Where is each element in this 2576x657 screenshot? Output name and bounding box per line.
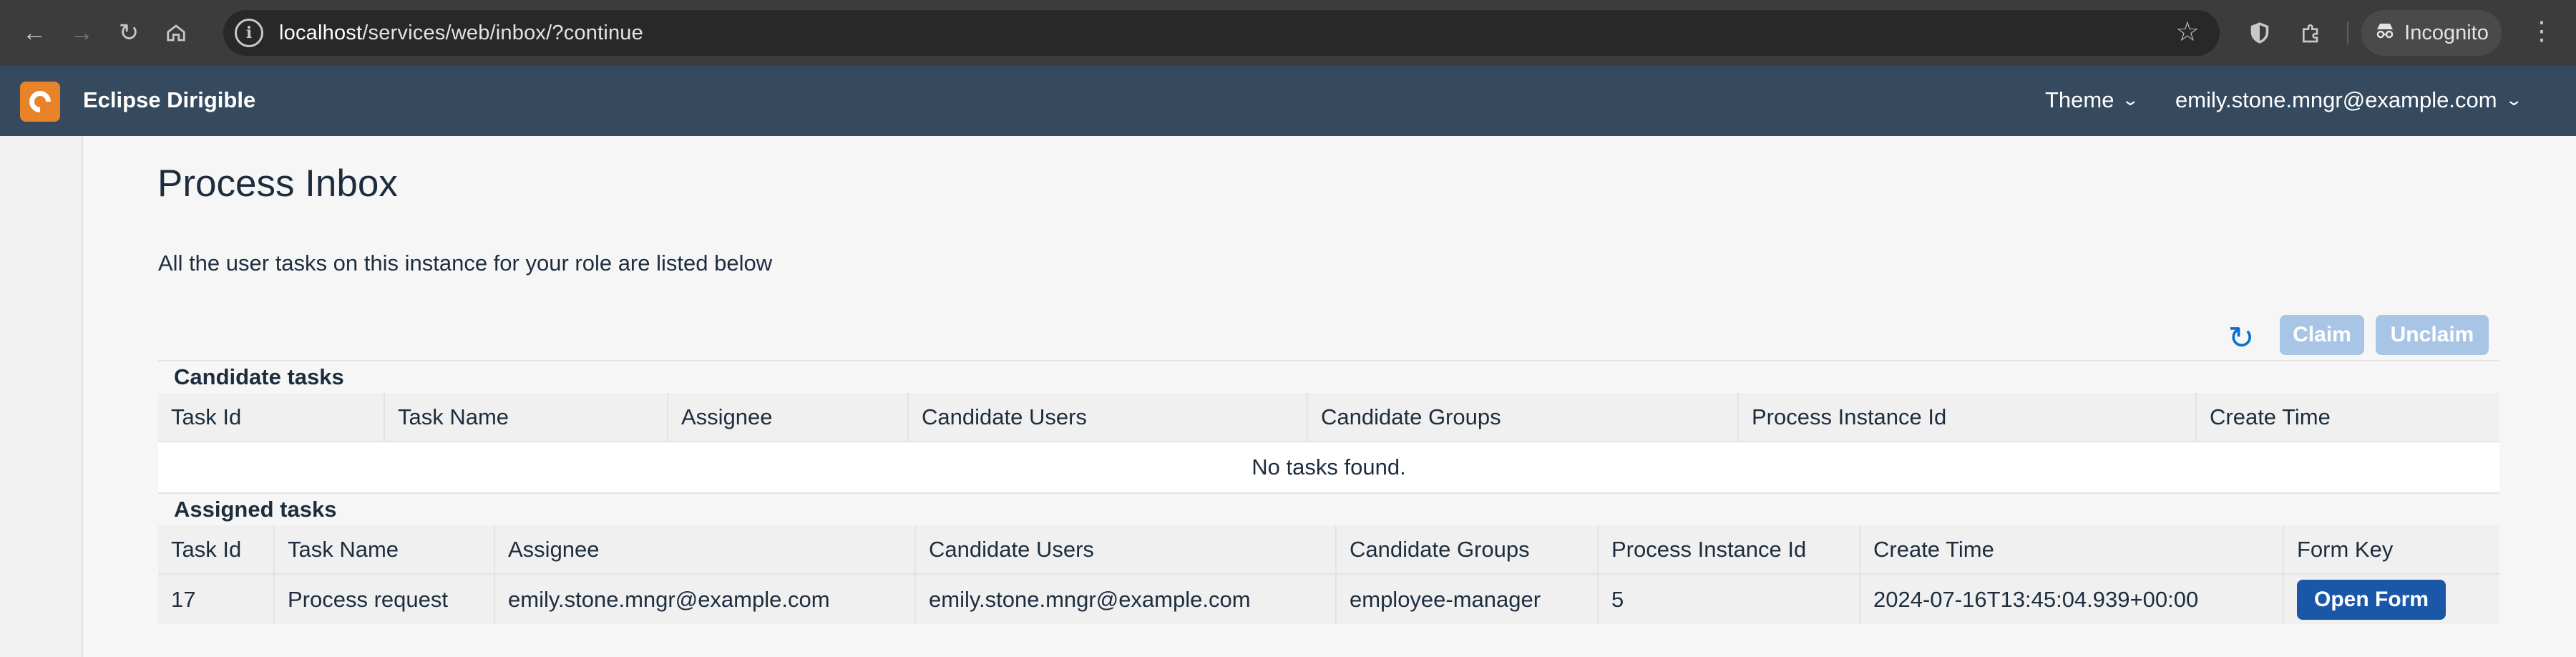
home-icon[interactable]: [156, 13, 196, 53]
column-header-assignee[interactable]: Assignee: [668, 393, 909, 442]
empty-state-row: No tasks found.: [158, 441, 2499, 494]
incognito-label: Incognito: [2404, 21, 2489, 44]
dirigible-logo-icon[interactable]: [20, 82, 60, 122]
browser-toolbar: ← → ↻ i localhost/services/web/inbox/?co…: [0, 0, 2576, 66]
puzzle-extensions-icon[interactable]: [2293, 14, 2330, 52]
section-title: Candidate tasks: [158, 360, 2499, 393]
column-header-create-time[interactable]: Create Time: [1860, 525, 2284, 574]
cell-candidate-groups: employee-manager: [1336, 573, 1599, 624]
table-header-row: Task Id Task Name Assignee Candidate Use…: [158, 393, 2499, 442]
cell-assignee: emily.stone.mngr@example.com: [494, 573, 916, 624]
address-bar[interactable]: i localhost/services/web/inbox/?continue…: [223, 10, 2220, 56]
column-header-candidate-users[interactable]: Candidate Users: [908, 393, 1308, 442]
theme-menu[interactable]: Theme ⌄: [2045, 87, 2140, 113]
column-header-task-id[interactable]: Task Id: [158, 525, 275, 574]
column-header-process-instance-id[interactable]: Process Instance Id: [1738, 393, 2197, 442]
shield-extension-icon[interactable]: [2241, 14, 2278, 52]
candidate-tasks-table: Task Id Task Name Assignee Candidate Use…: [158, 393, 2499, 494]
column-header-assignee[interactable]: Assignee: [494, 525, 916, 574]
cell-create-time: 2024-07-16T13:45:04.939+00:00: [1860, 573, 2284, 624]
cell-process-instance-id: 5: [1598, 573, 1860, 624]
toolbar-divider: [2347, 21, 2348, 44]
url-text[interactable]: localhost/services/web/inbox/?continue: [279, 21, 643, 45]
column-header-form-key[interactable]: Form Key: [2283, 525, 2499, 574]
claim-button[interactable]: Claim: [2280, 315, 2364, 355]
back-icon[interactable]: ←: [14, 13, 54, 53]
browser-menu-icon[interactable]: ⋮: [2527, 16, 2556, 46]
column-header-candidate-users[interactable]: Candidate Users: [915, 525, 1337, 574]
empty-state-text: No tasks found.: [158, 441, 2499, 494]
assigned-tasks-section: Assigned tasks Task Id Task Name Assigne…: [158, 494, 2499, 624]
cell-candidate-users: emily.stone.mngr@example.com: [915, 573, 1337, 624]
chevron-down-icon: ⌄: [2121, 91, 2140, 109]
cell-task-name: Process request: [274, 573, 495, 624]
candidate-tasks-section: Candidate tasks Task Id Task Name Assign…: [158, 360, 2499, 494]
page-title: Process Inbox: [157, 162, 398, 205]
theme-menu-label: Theme: [2045, 87, 2114, 112]
column-header-task-name[interactable]: Task Name: [274, 525, 495, 574]
table-row[interactable]: 17 Process request emily.stone.mngr@exam…: [158, 573, 2499, 624]
url-host: localhost: [279, 21, 363, 44]
table-header-row: Task Id Task Name Assignee Candidate Use…: [158, 525, 2499, 574]
refresh-icon[interactable]: ↻: [2223, 319, 2260, 356]
column-header-candidate-groups[interactable]: Candidate Groups: [1307, 393, 1739, 442]
column-header-task-id[interactable]: Task Id: [158, 393, 385, 442]
unclaim-button[interactable]: Unclaim: [2376, 315, 2489, 355]
cell-form-key: Open Form: [2283, 573, 2499, 624]
bookmark-star-icon[interactable]: ☆: [2175, 16, 2200, 48]
assigned-tasks-table: Task Id Task Name Assignee Candidate Use…: [158, 525, 2499, 624]
incognito-profile-button[interactable]: Incognito: [2361, 10, 2502, 56]
left-side-rail: [0, 136, 83, 657]
forward-icon[interactable]: →: [62, 13, 102, 53]
section-title: Assigned tasks: [158, 494, 2499, 525]
user-menu[interactable]: emily.stone.mngr@example.com ⌄: [2175, 87, 2523, 113]
user-menu-label: emily.stone.mngr@example.com: [2175, 87, 2497, 112]
column-header-process-instance-id[interactable]: Process Instance Id: [1598, 525, 1860, 574]
column-header-task-name[interactable]: Task Name: [384, 393, 668, 442]
app-shellbar: Eclipse Dirigible Theme ⌄ emily.stone.mn…: [0, 66, 2576, 136]
site-info-icon[interactable]: i: [235, 19, 263, 47]
url-path: /services/web/inbox/?continue: [362, 21, 643, 44]
page-description: All the user tasks on this instance for …: [158, 250, 773, 276]
open-form-button[interactable]: Open Form: [2297, 579, 2446, 620]
reload-icon[interactable]: ↻: [109, 13, 149, 53]
column-header-candidate-groups[interactable]: Candidate Groups: [1336, 525, 1599, 574]
app-title[interactable]: Eclipse Dirigible: [83, 87, 255, 113]
cell-task-id: 17: [158, 573, 275, 624]
incognito-icon: [2374, 21, 2396, 44]
chevron-down-icon: ⌄: [2504, 91, 2523, 109]
column-header-create-time[interactable]: Create Time: [2196, 393, 2499, 442]
